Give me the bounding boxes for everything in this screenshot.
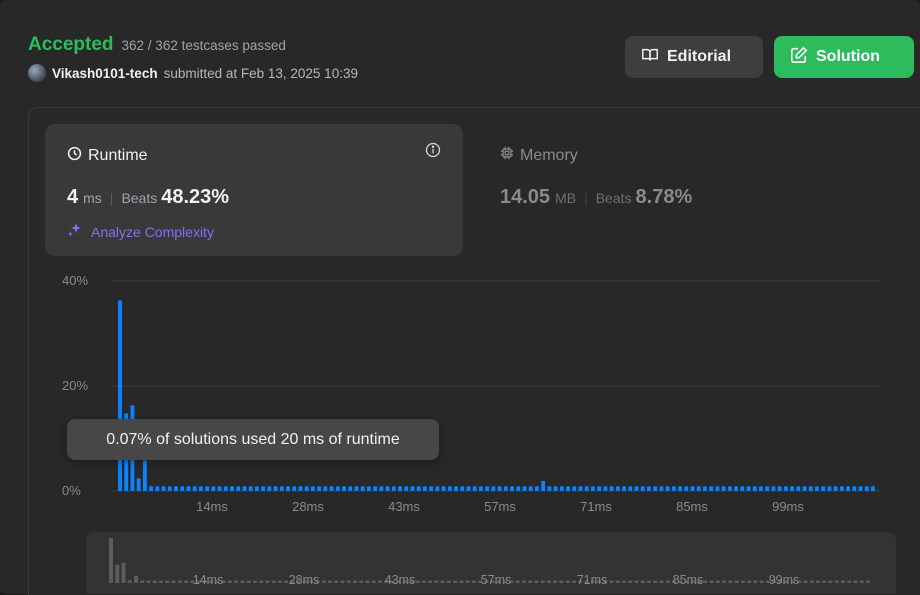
- navigator-bar: [334, 580, 339, 583]
- navigator-bar: [528, 580, 533, 583]
- navigator-bar: [534, 580, 539, 583]
- navigator-bar: [259, 580, 264, 583]
- navigator-bar: [622, 580, 627, 583]
- navigator-bar: [152, 580, 157, 583]
- navigator-bar: [371, 580, 376, 583]
- navigator-bar: [359, 580, 364, 583]
- navigator-bar: [740, 580, 745, 583]
- navigator-bar: [340, 580, 345, 583]
- navigator-bar: [840, 580, 845, 583]
- navigator-bar: [159, 580, 164, 583]
- navigator-bar: [834, 580, 839, 583]
- navigator-bar: [446, 580, 451, 583]
- navigator-bar: [471, 580, 476, 583]
- navigator-bar: [177, 580, 182, 583]
- navigator-bar: [615, 580, 620, 583]
- navigator-bar: [265, 580, 270, 583]
- navigator-tick-label: 71ms: [577, 573, 608, 587]
- navigator-bar: [284, 580, 289, 583]
- navigator-bar: [628, 580, 633, 583]
- navigator-tick-label: 57ms: [481, 573, 512, 587]
- navigator-bar: [853, 580, 858, 583]
- navigator-tick-label: 85ms: [673, 573, 704, 587]
- navigator-bar: [540, 580, 545, 583]
- navigator-bar: [146, 580, 151, 583]
- navigator-bar: [521, 580, 526, 583]
- navigator-bar: [459, 580, 464, 583]
- navigator-bar: [571, 580, 576, 583]
- navigator-bar: [634, 580, 639, 583]
- navigator-bar: [428, 580, 433, 583]
- navigator-bar: [709, 580, 714, 583]
- navigator-bar: [747, 580, 752, 583]
- navigator-bar: [171, 580, 176, 583]
- navigator-bar: [140, 580, 145, 583]
- navigator-bar: [565, 580, 570, 583]
- navigator-bar: [227, 580, 232, 583]
- navigator-bar: [753, 580, 758, 583]
- navigator-bar: [434, 580, 439, 583]
- navigator-bar: [421, 580, 426, 583]
- navigator-bar: [553, 580, 558, 583]
- navigator-tick-label: 99ms: [769, 573, 800, 587]
- navigator-bar: [809, 580, 814, 583]
- navigator-bar: [246, 580, 251, 583]
- navigator-bar: [165, 580, 170, 583]
- navigator-bar: [184, 580, 189, 583]
- navigator-bar: [365, 580, 370, 583]
- navigator-bar: [121, 562, 126, 583]
- navigator-bar: [465, 580, 470, 583]
- navigator-bar: [378, 580, 383, 583]
- navigator-bar: [828, 580, 833, 583]
- navigator-bar: [277, 580, 282, 583]
- navigator-bar: [252, 580, 257, 583]
- navigator-bar: [109, 538, 113, 583]
- navigator-tick-label: 14ms: [193, 573, 224, 587]
- navigator-bar: [640, 580, 645, 583]
- navigator-bar: [240, 580, 245, 583]
- navigator-bar: [659, 580, 664, 583]
- navigator-bar: [847, 580, 852, 583]
- navigator-bar: [609, 580, 614, 583]
- navigator-bar: [134, 575, 139, 583]
- navigator-bar: [759, 580, 764, 583]
- navigator-bar: [352, 580, 357, 583]
- navigator-bar: [346, 580, 351, 583]
- navigator-bar: [859, 580, 864, 583]
- navigator-bar: [866, 580, 870, 583]
- navigator-bar: [515, 580, 520, 583]
- navigator-bar: [127, 580, 132, 583]
- navigator-bar: [559, 580, 564, 583]
- navigator-bar: [803, 580, 808, 583]
- navigator-bar: [327, 580, 332, 583]
- navigator-tick-label: 28ms: [289, 573, 320, 587]
- navigator-bar: [822, 580, 827, 583]
- navigator-bar: [453, 580, 458, 583]
- submission-result-page: Accepted 362 / 362 testcases passed Vika…: [0, 0, 920, 595]
- navigator-bar: [734, 580, 739, 583]
- navigator-tick-label: 43ms: [385, 573, 416, 587]
- navigator-bar: [728, 580, 733, 583]
- navigator-bar: [415, 580, 420, 583]
- navigator-bar: [440, 580, 445, 583]
- navigator-bar: [665, 580, 670, 583]
- navigator-bar: [321, 580, 326, 583]
- navigator-bar: [115, 564, 120, 583]
- chart-tooltip: 0.07% of solutions used 20 ms of runtime: [67, 419, 439, 460]
- navigator-bar: [234, 580, 239, 583]
- navigator-bar: [815, 580, 820, 583]
- navigator-bar: [715, 580, 720, 583]
- navigator-chart: 14ms 28ms 43ms 57ms 71ms 85ms 99ms: [109, 538, 870, 587]
- navigator-bar: [546, 580, 551, 583]
- navigator-bar: [653, 580, 658, 583]
- navigator-bar: [271, 580, 276, 583]
- navigator-bar: [647, 580, 652, 583]
- navigator-bar: [703, 580, 708, 583]
- navigator-bar: [722, 580, 727, 583]
